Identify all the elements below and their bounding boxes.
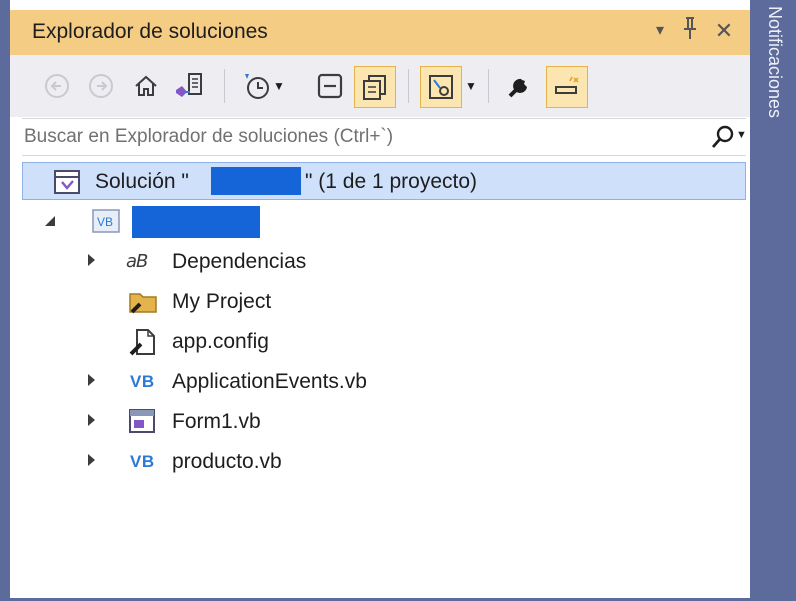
vb-project-icon: VB [92,209,120,233]
collapsed-arrow-icon [88,414,95,426]
forward-icon [89,74,113,98]
search-button[interactable] [710,123,736,151]
vb-file-icon: VB [130,452,155,471]
tree-item-applicationevents-vb[interactable]: VB ApplicationEvents.vb [22,362,746,400]
switch-views-icon [176,73,202,97]
redacted-project-name [132,206,260,238]
preview-selected-icon [429,75,453,99]
collapsed-arrow-icon [88,454,95,466]
tree-item-my-project[interactable]: My Project [22,282,746,320]
expanded-arrow-icon [45,216,55,226]
pin-icon [684,17,696,39]
tree-item-app-config[interactable]: app.config [22,322,746,360]
vb-file-icon: VB [130,372,155,391]
collapsed-arrow-icon [88,254,95,266]
collapse-all-button[interactable] [310,66,350,106]
project-node[interactable]: VB [22,202,746,240]
svg-text:B: B [136,251,148,272]
notifications-tab[interactable]: Notificaciones [764,6,785,118]
svg-text:VB: VB [97,215,113,229]
tree-item-label: ApplicationEvents.vb [172,370,367,393]
sync-active-document-button[interactable] [546,66,588,108]
switch-views-button[interactable] [170,66,208,106]
tree-item-label: producto.vb [172,450,282,473]
solution-explorer-toolbar: ▼ ▼ [10,55,750,117]
show-all-files-icon [363,75,386,100]
properties-button[interactable] [500,66,540,106]
tree-item-label: app.config [172,330,269,353]
collapse-all-icon [317,73,343,99]
window-position-dropdown-button[interactable]: ▾ [646,16,674,46]
tree-item-label: Dependencias [172,250,307,273]
search-box: ▼ [22,118,747,156]
search-input[interactable] [24,123,684,151]
left-window-edge [0,0,10,601]
pending-changes-filter-icon [245,74,270,99]
search-options-dropdown[interactable]: ▼ [736,129,747,141]
form-file-icon [129,409,155,433]
search-icon [711,125,734,148]
solution-explorer-window: Explorador de soluciones ▾ ✕ ▼ ▼ Buscar … [0,0,796,601]
notifications-side-strip: Notificaciones [758,0,796,601]
solution-label-prefix: Solución " [95,170,189,193]
forward-button[interactable] [84,66,118,106]
toolbar-separator [488,69,489,103]
wrench-icon [508,78,527,98]
pending-changes-filter-button[interactable]: ▼ [236,66,290,106]
back-icon [45,74,69,98]
tree-item-label: My Project [172,290,272,313]
tree-item-form1-vb[interactable]: Form1.vb [22,402,746,440]
collapsed-arrow-icon [88,374,95,386]
chevron-down-icon[interactable]: ▼ [464,66,478,106]
solution-icon [54,170,80,194]
solution-label-suffix: " (1 de 1 proyecto) [305,170,478,193]
panel-title: Explorador de soluciones [32,20,268,43]
pin-button[interactable] [676,16,704,46]
sync-active-document-icon [555,76,579,94]
chevron-down-icon: ▼ [273,79,285,93]
home-button[interactable] [128,66,164,106]
title-bar[interactable]: Explorador de soluciones ▾ ✕ [10,10,750,55]
close-button[interactable]: ✕ [710,16,738,46]
tree-item-label: Form1.vb [172,410,261,433]
preview-selected-button[interactable] [420,66,462,108]
toolbar-separator [224,69,225,103]
redacted-solution-name [211,167,301,195]
toolbar-separator [408,69,409,103]
my-project-icon [129,293,157,314]
home-icon [135,75,157,96]
solution-node[interactable]: Solución " " (1 de 1 proyecto) [22,162,746,200]
back-button[interactable] [40,66,74,106]
tree-item-dependencias[interactable]: a B Dependencias [22,242,746,280]
show-all-files-button[interactable] [354,66,396,108]
config-file-icon [129,329,155,356]
tree-item-producto-vb[interactable]: VB producto.vb [22,442,746,480]
dependencies-icon: a B [126,251,148,272]
